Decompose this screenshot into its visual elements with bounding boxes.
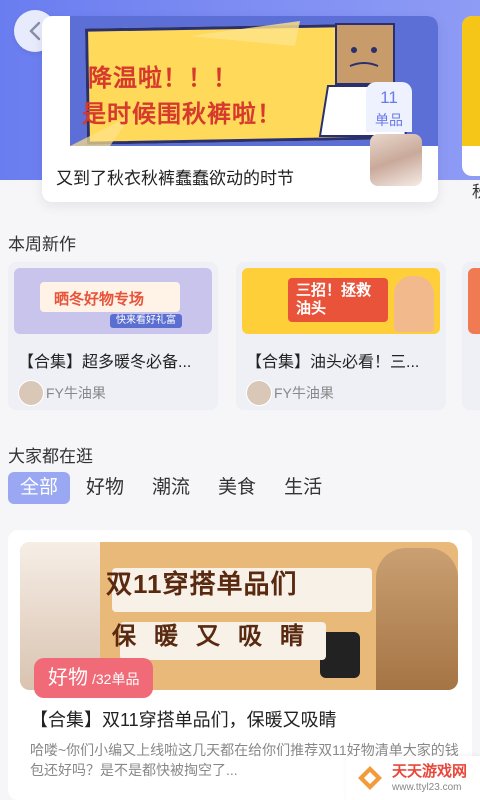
new-work-title: 【合集】超多暖冬必备... xyxy=(18,354,192,371)
avatar xyxy=(18,380,44,406)
new-work-card-peek[interactable] xyxy=(462,262,480,410)
tab-life[interactable]: 生活 xyxy=(272,472,334,504)
section-title-new-this-week: 本周新作 xyxy=(8,235,76,254)
tab-food[interactable]: 美食 xyxy=(206,472,268,504)
new-work-banner-text: 三招！拯救油头 xyxy=(296,282,372,317)
tab-goods[interactable]: 好物 xyxy=(74,472,136,504)
tab-trend[interactable]: 潮流 xyxy=(140,472,202,504)
new-work-banner-text: 晒冬好物专场 xyxy=(54,291,145,308)
watermark-url: www.ttyl23.com xyxy=(392,782,462,793)
new-work-image: 三招！拯救油头 xyxy=(242,268,440,334)
item-count-unit: 单品 xyxy=(375,112,403,128)
avatar xyxy=(246,380,272,406)
hero-banner-line1: 降温啦！！！ xyxy=(88,65,238,92)
new-work-card[interactable]: 晒冬好物专场 快来看好礼富 【合集】超多暖冬必备... FY牛油果 xyxy=(8,262,218,410)
watermark-title: 天天游戏网 xyxy=(392,763,468,780)
next-hero-caption: 秋 xyxy=(472,178,480,202)
new-work-image: 晒冬好物专场 快来看好礼富 xyxy=(14,268,212,334)
feed-banner-sub: 保暖又吸睛 xyxy=(112,623,322,650)
feed-title: 【合集】双11穿搭单品们，保暖又吸睛 xyxy=(30,710,337,730)
category-tag: 好物/32单品 xyxy=(34,658,154,698)
category-tag-label: 好物 xyxy=(48,667,88,689)
category-tag-count: /32单品 xyxy=(92,671,140,687)
author-name: FY牛油果 xyxy=(46,385,106,401)
hero-banner-line2: 是时候围秋裤啦！ xyxy=(82,101,282,128)
chevron-left-icon xyxy=(29,21,41,41)
site-watermark: 天天游戏网 www.ttyl23.com xyxy=(346,756,480,800)
feed-banner-headline: 双11穿搭单品们 xyxy=(106,569,298,599)
new-work-card[interactable]: 三招！拯救油头 【合集】油头必看！三... FY牛油果 xyxy=(236,262,446,410)
new-work-banner-sub: 快来看好礼富 xyxy=(110,314,182,328)
hero-caption: 又到了秋衣秋裤蠢蠢欲动的时节 xyxy=(56,169,294,188)
new-work-title: 【合集】油头必看！三... xyxy=(246,354,420,371)
section-title-browsing: 大家都在逛 xyxy=(8,447,93,466)
next-hero-card[interactable]: 秋 xyxy=(462,16,480,201)
item-count: 11 xyxy=(380,88,398,107)
category-tabs: 全部 好物 潮流 美食 生活 xyxy=(8,472,338,504)
hero-thumbnail[interactable] xyxy=(370,134,422,186)
watermark-logo-icon xyxy=(358,766,382,790)
item-count-badge: 11 单品 xyxy=(366,82,412,132)
author-name: FY牛油果 xyxy=(274,385,334,401)
tab-all[interactable]: 全部 xyxy=(8,472,71,504)
